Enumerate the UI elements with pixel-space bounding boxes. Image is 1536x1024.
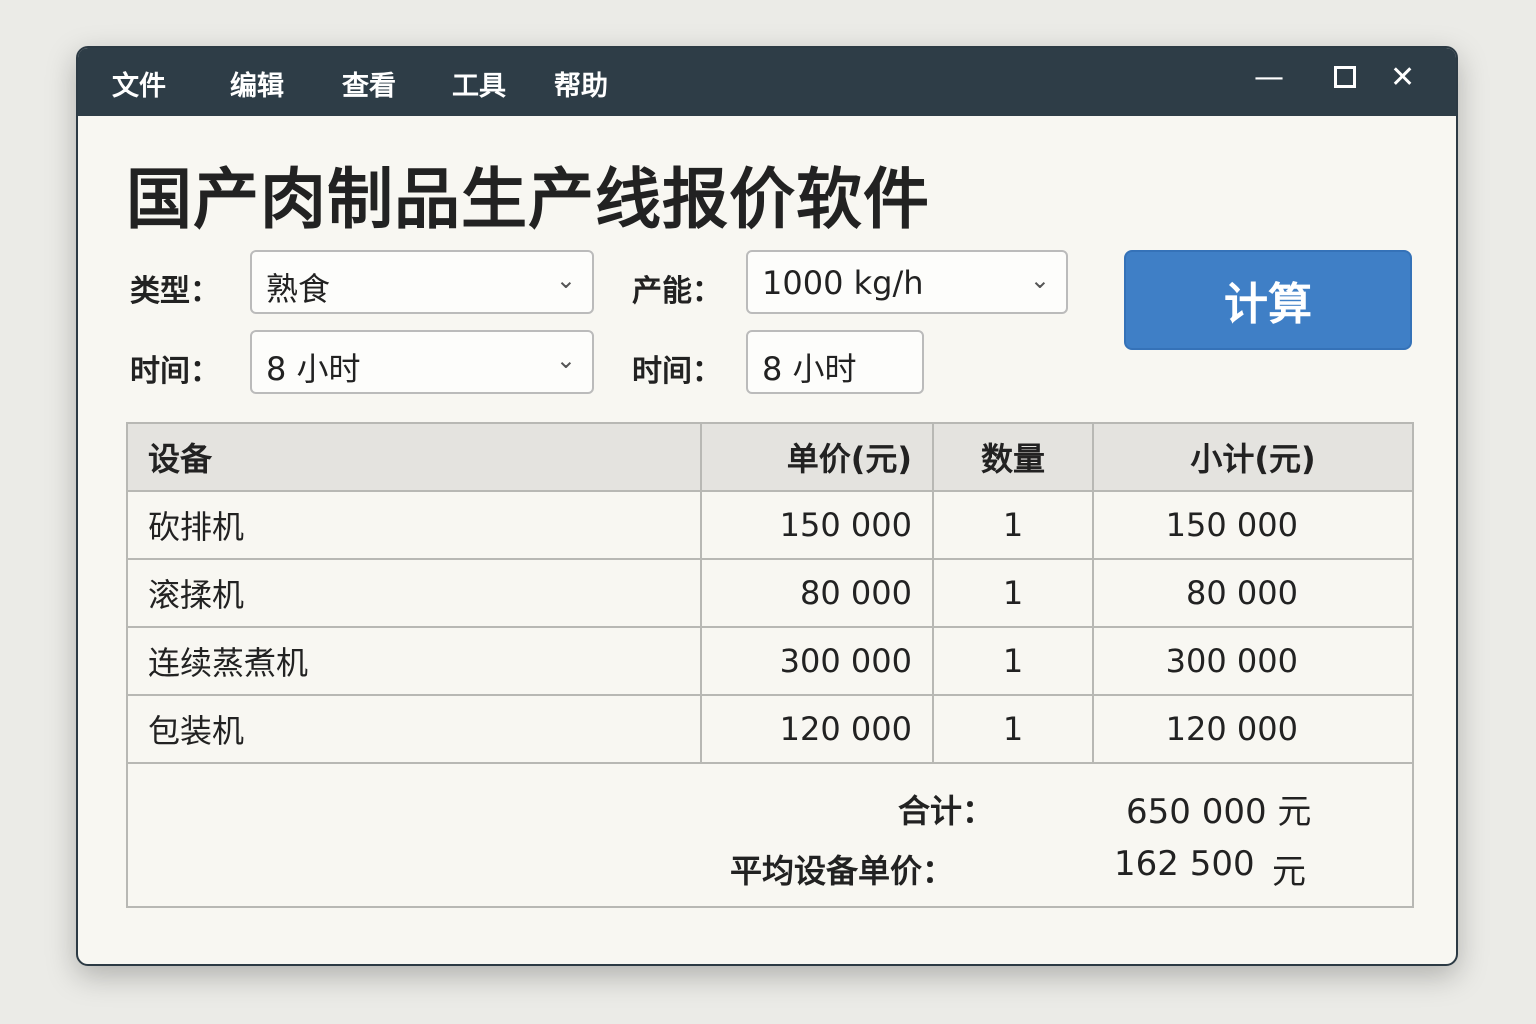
type-label: 类型： [130, 274, 220, 309]
capacity-select[interactable]: 1000 kg/h ⌄ [746, 250, 1068, 314]
cell-price: 300 000 [700, 626, 934, 696]
time2-value: 8 小时 [762, 350, 857, 388]
cell-qty: 1 [932, 694, 1094, 764]
avg-label: 平均设备单价： [730, 852, 955, 890]
cell-price: 150 000 [700, 490, 934, 560]
cell-name: 滚揉机 [126, 558, 702, 628]
total-label: 合计： [898, 792, 995, 830]
time-value: 8 小时 [266, 350, 361, 388]
menu-help[interactable]: 帮助 [554, 64, 608, 103]
type-value: 熟食 [266, 270, 331, 308]
cell-subtotal: 150 000 [1092, 490, 1414, 560]
cell-subtotal: 300 000 [1092, 626, 1414, 696]
cell-name: 包装机 [126, 694, 702, 764]
type-select[interactable]: 熟食 ⌄ [250, 250, 594, 314]
maximize-icon[interactable] [1334, 66, 1356, 88]
menu-file[interactable]: 文件 [112, 64, 166, 103]
cell-qty: 1 [932, 626, 1094, 696]
app-window: 文件 编辑 查看 工具 帮助 — ✕ 国产肉制品生产线报价软件 类型： 熟食 ⌄ … [76, 46, 1458, 966]
menu-view[interactable]: 查看 [342, 64, 396, 103]
chevron-down-icon: ⌄ [555, 266, 576, 294]
total-value: 650 000 元 [1126, 792, 1312, 832]
cell-qty: 1 [932, 558, 1094, 628]
cell-name: 连续蒸煮机 [126, 626, 702, 696]
time-select[interactable]: 8 小时 ⌄ [250, 330, 594, 394]
chevron-down-icon: ⌄ [1029, 266, 1050, 294]
capacity-label: 产能： [632, 274, 722, 309]
calculate-button[interactable]: 计算 [1124, 250, 1412, 350]
col-equipment: 设备 [126, 422, 702, 492]
cell-name: 砍排机 [126, 490, 702, 560]
avg-value: 162 500 [1114, 844, 1255, 884]
col-subtotal: 小计(元) [1092, 422, 1414, 492]
cell-subtotal: 120 000 [1092, 694, 1414, 764]
minimize-icon[interactable]: — [1254, 60, 1284, 95]
close-icon[interactable]: ✕ [1390, 60, 1415, 95]
menu-bar: 文件 编辑 查看 工具 帮助 — ✕ [78, 48, 1456, 116]
table-row: 滚揉机 80 000 1 80 000 [126, 558, 1414, 628]
cell-qty: 1 [932, 490, 1094, 560]
time2-label: 时间： [632, 354, 722, 389]
time-label: 时间： [130, 354, 220, 389]
col-unit-price: 单价(元) [700, 422, 934, 492]
table-row: 砍排机 150 000 1 150 000 [126, 490, 1414, 560]
col-qty: 数量 [932, 422, 1094, 492]
cell-subtotal: 80 000 [1092, 558, 1414, 628]
chevron-down-icon: ⌄ [555, 346, 576, 374]
time2-input[interactable]: 8 小时 [746, 330, 924, 394]
menu-edit[interactable]: 编辑 [230, 64, 284, 103]
page-title: 国产肉制品生产线报价软件 [126, 161, 930, 238]
table-row: 连续蒸煮机 300 000 1 300 000 [126, 626, 1414, 696]
avg-unit: 元 [1272, 852, 1306, 892]
capacity-value: 1000 kg/h [762, 264, 924, 302]
table-row: 包装机 120 000 1 120 000 [126, 694, 1414, 764]
equipment-table: 设备 单价(元) 数量 小计(元) 砍排机 150 000 1 150 000 滚揉机… [126, 422, 1414, 764]
totals-panel: 合计： 650 000 元 平均设备单价： 162 500 元 [126, 764, 1414, 908]
menu-tools[interactable]: 工具 [452, 64, 506, 103]
table-header: 设备 单价(元) 数量 小计(元) [126, 422, 1414, 492]
cell-price: 80 000 [700, 558, 934, 628]
cell-price: 120 000 [700, 694, 934, 764]
